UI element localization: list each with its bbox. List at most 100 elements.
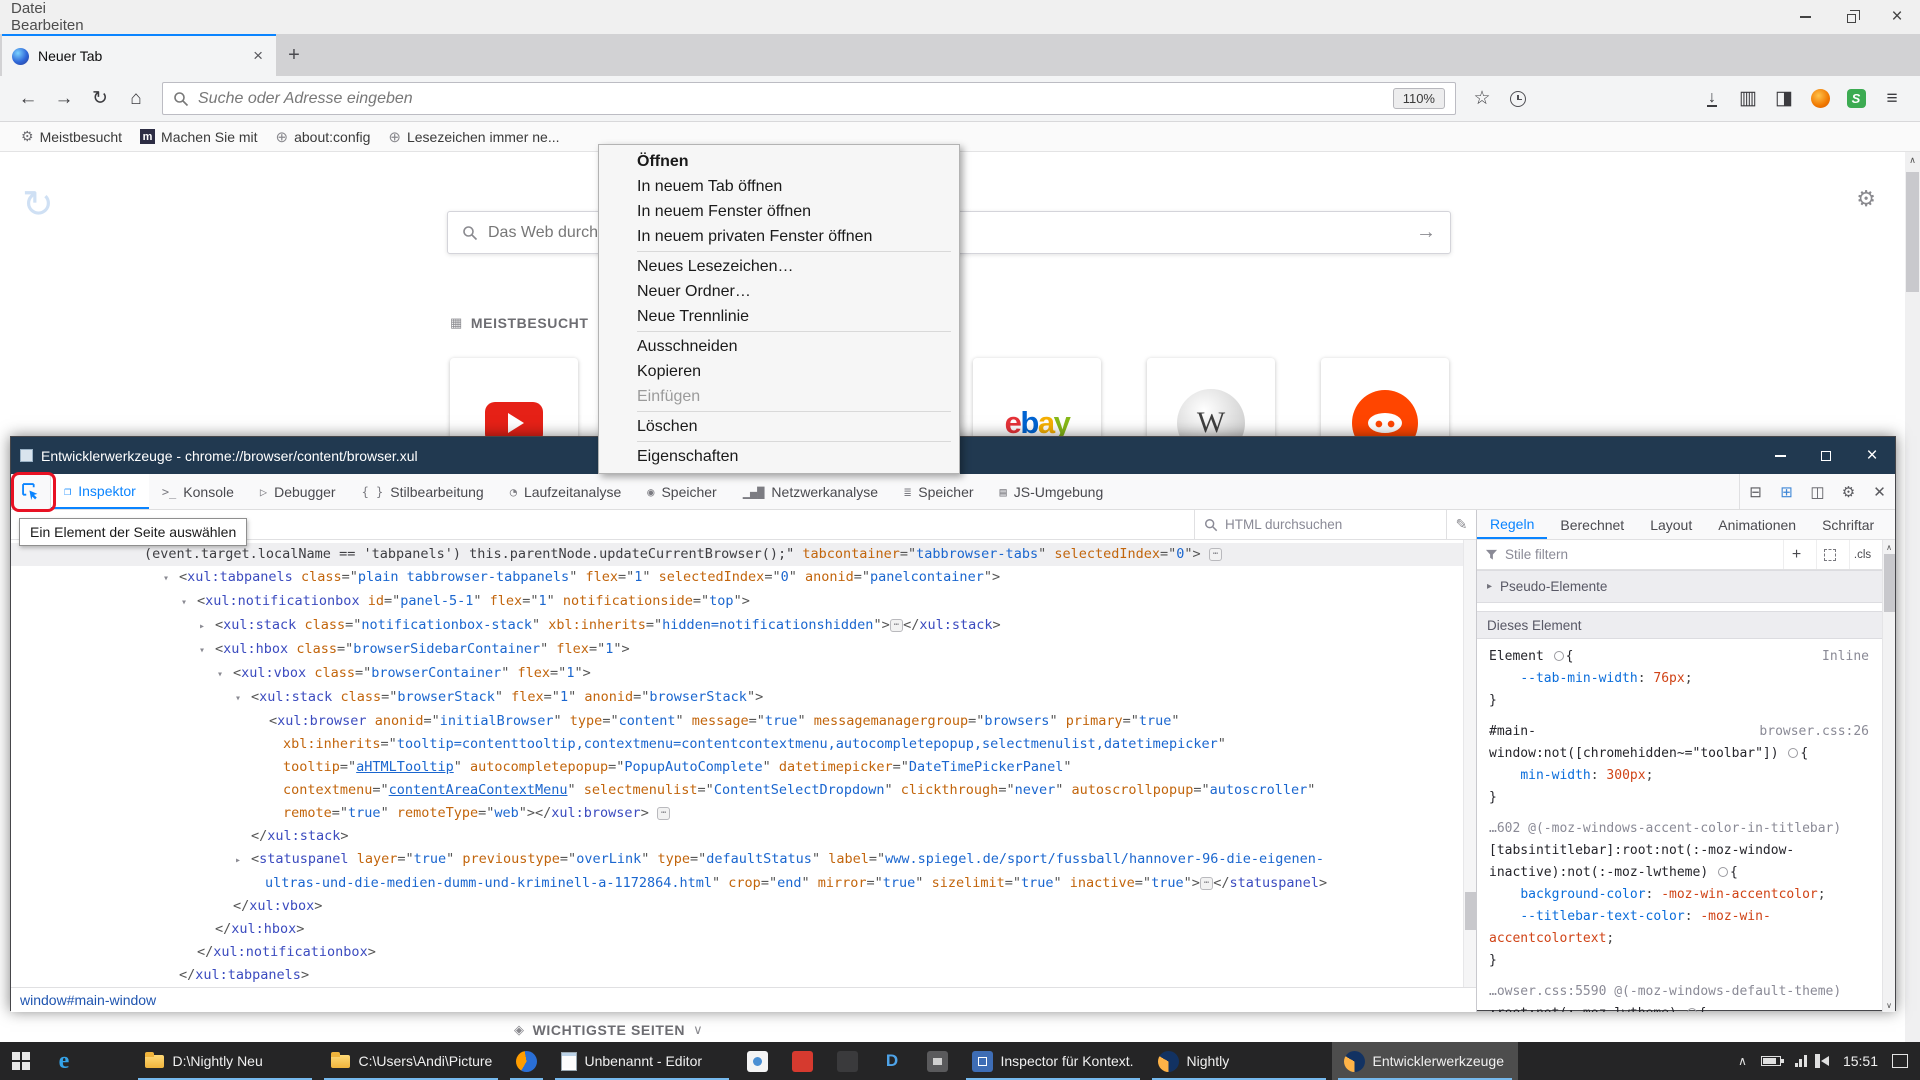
markup-line[interactable]: ▾<xul:tabpanels class="plain tabbrowser-…	[11, 566, 1476, 590]
dock-side-icon[interactable]: ◫	[1802, 474, 1833, 509]
twisty-icon[interactable]: ▾	[181, 591, 197, 614]
markup-line[interactable]: ▾<xul:stack class="browserStack" flex="1…	[11, 686, 1476, 710]
taskbar-app-edge[interactable]: e	[42, 1042, 87, 1080]
devtools-minimize-button[interactable]	[1757, 445, 1803, 467]
rule-line[interactable]: browser.css:26#main-	[1489, 721, 1869, 743]
devtools-tab-speicher[interactable]: ≣Speicher	[891, 474, 987, 509]
devtools-tab-js-umgebung[interactable]: ▤JS-Umgebung	[987, 474, 1117, 509]
twisty-icon[interactable]: ▾	[199, 639, 215, 662]
scroll-up-icon[interactable]: ∧	[1886, 540, 1892, 554]
rule-source-link[interactable]: browser.css:26	[1759, 721, 1869, 743]
zoom-indicator[interactable]: 110%	[1393, 88, 1445, 109]
rule-line[interactable]: inactive):not(:-moz-lwtheme) {	[1489, 862, 1869, 884]
scroll-up-icon[interactable]: ∧	[1905, 152, 1920, 168]
markup-line[interactable]: ▾<xul:hbox class="browserSidebarContaine…	[11, 638, 1476, 662]
rule-line[interactable]: …602 @(-moz-windows-accent-color-in-titl…	[1489, 818, 1869, 840]
chevron-down-icon[interactable]: ∨	[693, 1022, 703, 1038]
bookmark-star-icon[interactable]: ☆	[1464, 82, 1500, 116]
rule-token-pval[interactable]: 76px	[1653, 671, 1684, 686]
rule-line[interactable]: …owser.css:5590 @(-moz-windows-default-t…	[1489, 981, 1869, 1003]
markup-line[interactable]: </xul:notificationbox>	[11, 941, 1476, 964]
tab-close-icon[interactable]: ×	[250, 46, 266, 66]
addon-fox-icon[interactable]	[1802, 82, 1838, 116]
network-icon[interactable]	[1795, 1055, 1807, 1067]
selector-highlighter-icon[interactable]	[1687, 1008, 1697, 1012]
add-rule-button[interactable]: +	[1783, 540, 1809, 569]
markup-scrollbar[interactable]	[1463, 540, 1476, 987]
markup-line[interactable]: </xul:stack>	[11, 825, 1476, 848]
context-menu-item-neues-lesezeichen[interactable]: Neues Lesezeichen…	[599, 254, 959, 279]
rule-line[interactable]: }	[1489, 787, 1869, 809]
battery-icon[interactable]	[1761, 1056, 1781, 1066]
rule-token-pval[interactable]: -moz-win-accentcolor	[1661, 887, 1818, 902]
context-menu-item-in-neuem-privaten-fenster-öffnen[interactable]: In neuem privaten Fenster öffnen	[599, 224, 959, 249]
rule-line[interactable]: InlineElement {	[1489, 646, 1869, 668]
markup-line[interactable]: xbl:inherits="tooltip=contenttooltip,con…	[11, 733, 1476, 756]
markup-line[interactable]: ▾<xul:notificationbox id="panel-5-1" fle…	[11, 590, 1476, 614]
search-submit-arrow-icon[interactable]: →	[1416, 221, 1436, 244]
context-menu-item-löschen[interactable]: Löschen	[599, 414, 959, 439]
forward-icon[interactable]: →	[46, 82, 82, 116]
addon-s-icon[interactable]: S	[1838, 82, 1874, 116]
twisty-icon[interactable]: ▾	[217, 663, 233, 686]
markup-line[interactable]: ▸<statuspanel layer="true" previoustype=…	[11, 848, 1476, 872]
taskbar-task-unbenannt-editor[interactable]: Unbenannt - Editor	[549, 1042, 735, 1080]
pseudo-elements-section[interactable]: ▸ Pseudo-Elemente	[1477, 570, 1895, 603]
markup-token-link[interactable]: aHTMLTooltip	[356, 759, 454, 775]
markup-token-badge[interactable]: ⋯	[1209, 548, 1222, 561]
library-icon[interactable]: ▥	[1730, 82, 1766, 116]
start-button[interactable]	[0, 1042, 42, 1080]
devtools-tab-inspektor[interactable]: ❐Inspektor	[51, 474, 149, 509]
rule-token-pval[interactable]: -moz-win-	[1700, 909, 1770, 924]
sidebar-tab-animationen[interactable]: Animationen	[1705, 510, 1809, 539]
taskbar-app-darkapp[interactable]	[825, 1042, 870, 1080]
selector-highlighter-icon[interactable]	[1788, 748, 1798, 758]
sidebar-tab-regeln[interactable]: Regeln	[1477, 510, 1547, 539]
scrollbar-thumb[interactable]	[1906, 172, 1919, 292]
clock-time[interactable]: 15:51	[1843, 1053, 1878, 1069]
twisty-icon[interactable]: ▸	[199, 615, 215, 638]
rule-token-prop[interactable]: --titlebar-text-color	[1520, 909, 1684, 924]
selector-highlighter-icon[interactable]	[1718, 867, 1728, 877]
context-menu-item-neuer-ordner[interactable]: Neuer Ordner…	[599, 279, 959, 304]
rule-line[interactable]: --tab-min-width: 76px;	[1489, 668, 1869, 690]
grid-icon[interactable]: ⊞	[1771, 474, 1802, 509]
taskbar-app-writer[interactable]	[735, 1042, 780, 1080]
element-picker-button[interactable]	[11, 474, 51, 509]
markup-token-badge[interactable]: ⋯	[657, 807, 670, 820]
devtools-close-button[interactable]: ×	[1849, 445, 1895, 467]
rule-line[interactable]: min-width: 300px;	[1489, 765, 1869, 787]
devtools-tab-stilbearbeitung[interactable]: { }Stilbearbeitung	[349, 474, 497, 509]
rule-token-prop[interactable]: --tab-min-width	[1520, 671, 1637, 686]
sidebar-tab-berechnet[interactable]: Berechnet	[1547, 510, 1637, 539]
markup-line[interactable]: </xul:vbox>	[11, 895, 1476, 918]
markup-line[interactable]: ▾<xul:vbox class="browserContainer" flex…	[11, 662, 1476, 686]
rule-token-prop[interactable]: background-color	[1520, 887, 1645, 902]
sidebar-tab-schriftar[interactable]: Schriftar	[1809, 510, 1887, 539]
settings-gear-icon[interactable]: ⚙	[1833, 474, 1864, 509]
taskbar-task-nightly[interactable]: Nightly	[1146, 1042, 1332, 1080]
scrollbar-thumb[interactable]	[1884, 554, 1895, 612]
context-menu-item-ausschneiden[interactable]: Ausschneiden	[599, 334, 959, 359]
rule-line[interactable]: [tabsintitlebar]:root:not(:-moz-window-	[1489, 840, 1869, 862]
markup-line[interactable]: tooltip="aHTMLTooltip" autocompletepopup…	[11, 756, 1476, 779]
twisty-icon[interactable]: ▸	[235, 849, 251, 872]
restore-button[interactable]	[1828, 0, 1874, 34]
rule-line[interactable]: :root:not(:-moz-lwtheme) {	[1489, 1003, 1869, 1012]
devtools-tab-speicher[interactable]: ◉Speicher	[634, 474, 730, 509]
markup-line[interactable]: <xul:browser anonid="initialBrowser" typ…	[11, 710, 1476, 733]
devtools-tab-konsole[interactable]: >_Konsole	[149, 474, 247, 509]
rule-line[interactable]: }	[1489, 690, 1869, 712]
newtab-settings-gear-icon[interactable]: ⚙	[1856, 186, 1876, 212]
devtools-tab-debugger[interactable]: ▷Debugger	[247, 474, 349, 509]
close-button[interactable]: ×	[1874, 0, 1920, 34]
bookmark-item-meistbesucht[interactable]: ⚙Meistbesucht	[12, 122, 131, 151]
taskbar-task-entwicklerwerkzeuge[interactable]: Entwicklerwerkzeuge ...	[1332, 1042, 1518, 1080]
rule-source-link[interactable]: Inline	[1822, 646, 1869, 668]
reload-icon[interactable]: ↻	[82, 82, 118, 116]
pseudo-class-panel-icon[interactable]	[1816, 540, 1842, 569]
bookmark-item-machen-sie-mit[interactable]: mMachen Sie mit	[131, 122, 266, 151]
menubar-item-datei[interactable]: Datei	[0, 0, 106, 17]
downloads-icon[interactable]: ↓	[1694, 82, 1730, 116]
context-menu-item-eigenschaften[interactable]: Eigenschaften	[599, 444, 959, 469]
